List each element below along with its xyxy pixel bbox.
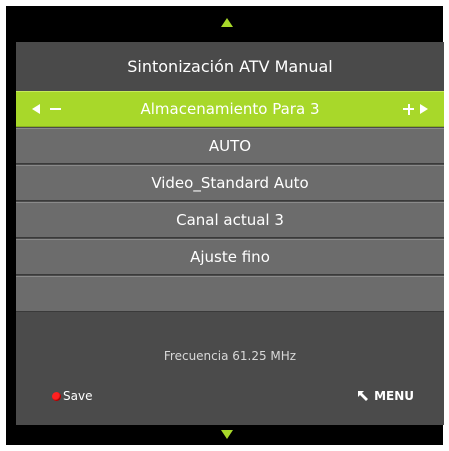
menu-item-storage[interactable]: Almacenamiento Para 3: [16, 91, 444, 127]
menu-title: Sintonización ATV Manual: [16, 42, 444, 91]
minus-icon: [50, 108, 61, 110]
menu-button[interactable]: MENU: [356, 389, 414, 403]
footer-bar: Save MENU: [16, 382, 444, 412]
menu-item-empty: [16, 276, 444, 312]
menu-item-video-standard[interactable]: Video_Standard Auto: [16, 165, 444, 201]
menu-item-current-channel[interactable]: Canal actual 3: [16, 202, 444, 238]
menu-item-label: Video_Standard Auto: [151, 174, 309, 192]
menu-item-label: Canal actual 3: [176, 211, 284, 229]
decrease-control[interactable]: [32, 92, 61, 126]
save-button[interactable]: Save: [52, 389, 92, 403]
scroll-up-arrow-icon[interactable]: [221, 18, 233, 27]
menu-label: MENU: [374, 389, 414, 403]
arrow-right-icon: [420, 104, 428, 114]
menu-item-label: Almacenamiento Para 3: [140, 100, 320, 118]
menu-item-label: Ajuste fino: [190, 248, 270, 266]
red-dot-icon: [52, 391, 61, 401]
arrow-left-icon: [32, 104, 40, 114]
plus-icon: [403, 103, 414, 115]
back-arrow-icon: [358, 391, 369, 401]
save-label: Save: [63, 389, 93, 403]
increase-control[interactable]: [403, 92, 428, 126]
menu-item-fine-tune[interactable]: Ajuste fino: [16, 239, 444, 275]
menu-item-label: AUTO: [208, 137, 252, 155]
menu-item-auto[interactable]: AUTO: [16, 128, 444, 164]
scroll-down-arrow-icon[interactable]: [221, 430, 233, 439]
atv-manual-tuning-panel: Sintonización ATV Manual Almacenamiento …: [16, 42, 444, 425]
frequency-readout: Frecuencia 61.25 MHz: [163, 349, 297, 363]
